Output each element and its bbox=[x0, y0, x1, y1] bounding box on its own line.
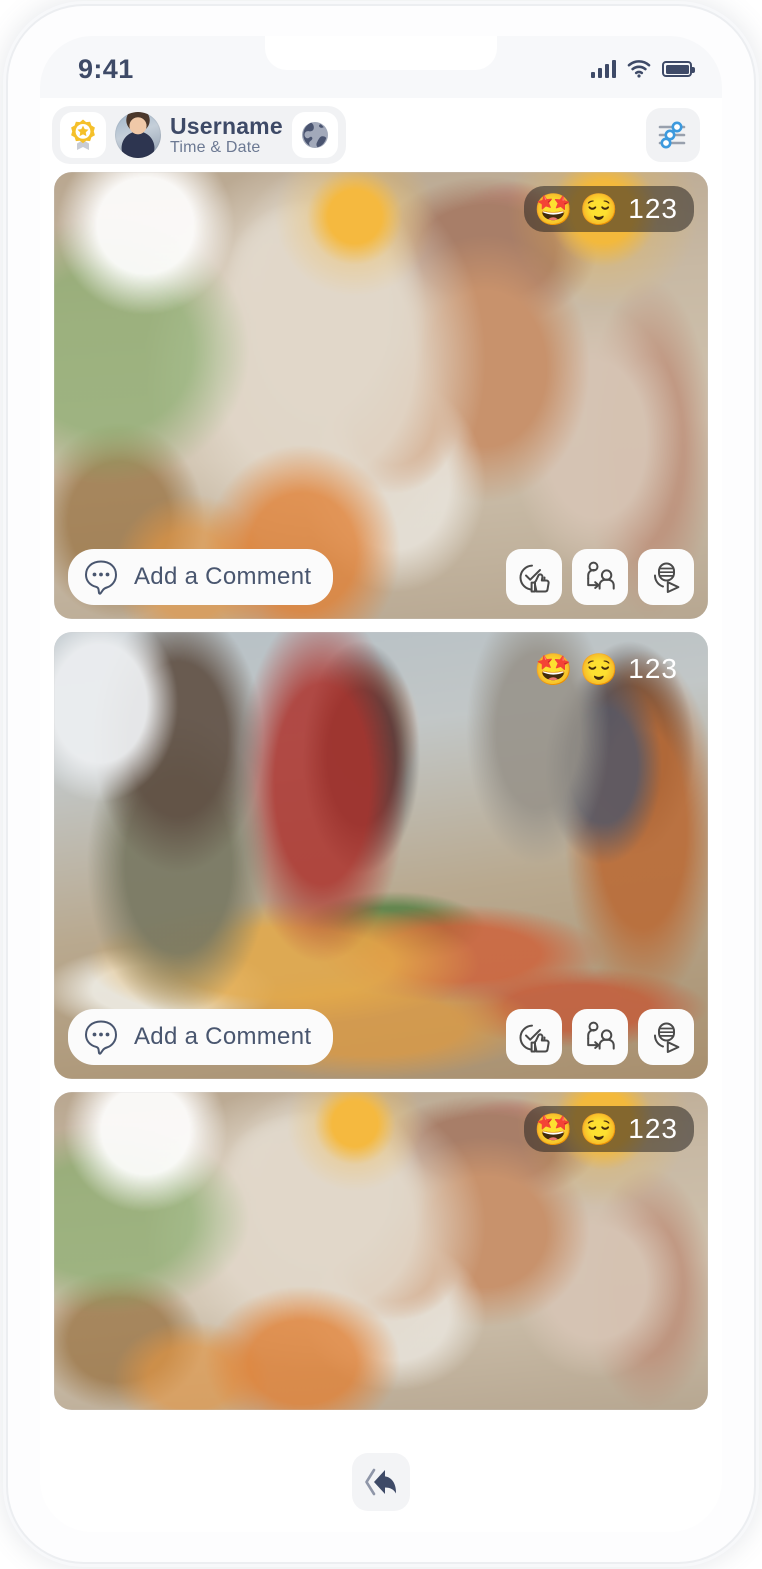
reaction-badge[interactable]: 🤩 😌 123 bbox=[524, 646, 694, 692]
voice-play-icon bbox=[653, 1022, 680, 1053]
add-comment-button[interactable]: Add a Comment bbox=[68, 1009, 334, 1065]
username: Username bbox=[170, 112, 283, 139]
reaction-emoji: 🤩 bbox=[534, 191, 573, 227]
share-button[interactable] bbox=[572, 1009, 628, 1065]
phone-frame: 9:41 Username Time & Date 🤩 😌 123 Add a … bbox=[8, 6, 754, 1562]
voice-play-icon bbox=[653, 562, 680, 593]
add-comment-label: Add a Comment bbox=[134, 563, 312, 590]
add-comment-button[interactable]: Add a Comment bbox=[68, 549, 334, 605]
back-button[interactable] bbox=[352, 1453, 410, 1511]
user-text: Username Time & Date bbox=[170, 113, 283, 158]
post-feed[interactable]: 🤩 😌 123 Add a Comment 🤩 😌 123 Add a Comm… bbox=[40, 172, 722, 1432]
verified-badge-icon bbox=[71, 119, 95, 150]
post-card[interactable]: 🤩 😌 123 Add a Comment bbox=[54, 172, 708, 619]
reaction-emoji: 😌 bbox=[579, 1111, 619, 1147]
add-comment-label: Add a Comment bbox=[134, 1023, 312, 1050]
reaction-emoji: 🤩 bbox=[534, 651, 573, 687]
time-and-date: Time & Date bbox=[170, 139, 261, 157]
card-action-row: Add a Comment bbox=[68, 549, 694, 605]
approve-button[interactable] bbox=[506, 549, 562, 605]
user-chip[interactable]: Username Time & Date bbox=[52, 106, 346, 164]
thumbs-up-check-icon bbox=[519, 1024, 550, 1053]
battery-icon bbox=[662, 61, 695, 77]
status-time: 9:41 bbox=[78, 53, 134, 84]
post-actions bbox=[506, 1009, 694, 1065]
share-to-person-icon bbox=[587, 1021, 615, 1050]
phone-screen: 9:41 Username Time & Date 🤩 😌 123 Add a … bbox=[40, 36, 722, 1532]
avatar[interactable] bbox=[115, 112, 161, 158]
post-card[interactable]: 🤩 😌 123 Add a Comment bbox=[54, 632, 708, 1079]
thumbs-up-check-icon bbox=[519, 564, 550, 593]
reaction-count: 123 bbox=[628, 653, 678, 684]
approve-button[interactable] bbox=[506, 1009, 562, 1065]
card-action-row: Add a Comment bbox=[68, 1009, 694, 1065]
reaction-badge[interactable]: 🤩 😌 123 bbox=[524, 186, 694, 232]
filter-button[interactable] bbox=[646, 108, 700, 162]
comment-bubble-icon bbox=[84, 1020, 118, 1055]
verified-badge-tile[interactable] bbox=[60, 112, 106, 158]
reaction-badge[interactable]: 🤩 😌 123 bbox=[524, 1106, 694, 1152]
wifi-icon bbox=[627, 60, 651, 78]
sliders-filter-icon bbox=[658, 121, 686, 149]
reaction-count: 123 bbox=[628, 193, 678, 224]
post-card[interactable]: 🤩 😌 123 bbox=[54, 1092, 708, 1410]
post-actions bbox=[506, 549, 694, 605]
app-body: Username Time & Date 🤩 😌 123 Add a Comme… bbox=[40, 98, 722, 1532]
cellular-signal-icon bbox=[591, 60, 616, 78]
reaction-count: 123 bbox=[628, 1113, 678, 1144]
back-reply-arrow-icon bbox=[365, 1468, 397, 1496]
status-indicators bbox=[591, 60, 695, 78]
comment-bubble-icon bbox=[84, 560, 118, 595]
globe-icon bbox=[301, 122, 328, 148]
voice-note-button[interactable] bbox=[638, 549, 694, 605]
notch bbox=[265, 36, 497, 70]
reaction-emoji: 😌 bbox=[579, 651, 619, 687]
bottom-bar bbox=[40, 1432, 722, 1532]
top-bar: Username Time & Date bbox=[40, 98, 722, 172]
voice-note-button[interactable] bbox=[638, 1009, 694, 1065]
reaction-emoji: 🤩 bbox=[534, 1111, 573, 1147]
reaction-emoji: 😌 bbox=[579, 191, 619, 227]
globe-tile[interactable] bbox=[291, 112, 338, 158]
share-to-person-icon bbox=[587, 561, 615, 590]
share-button[interactable] bbox=[572, 549, 628, 605]
